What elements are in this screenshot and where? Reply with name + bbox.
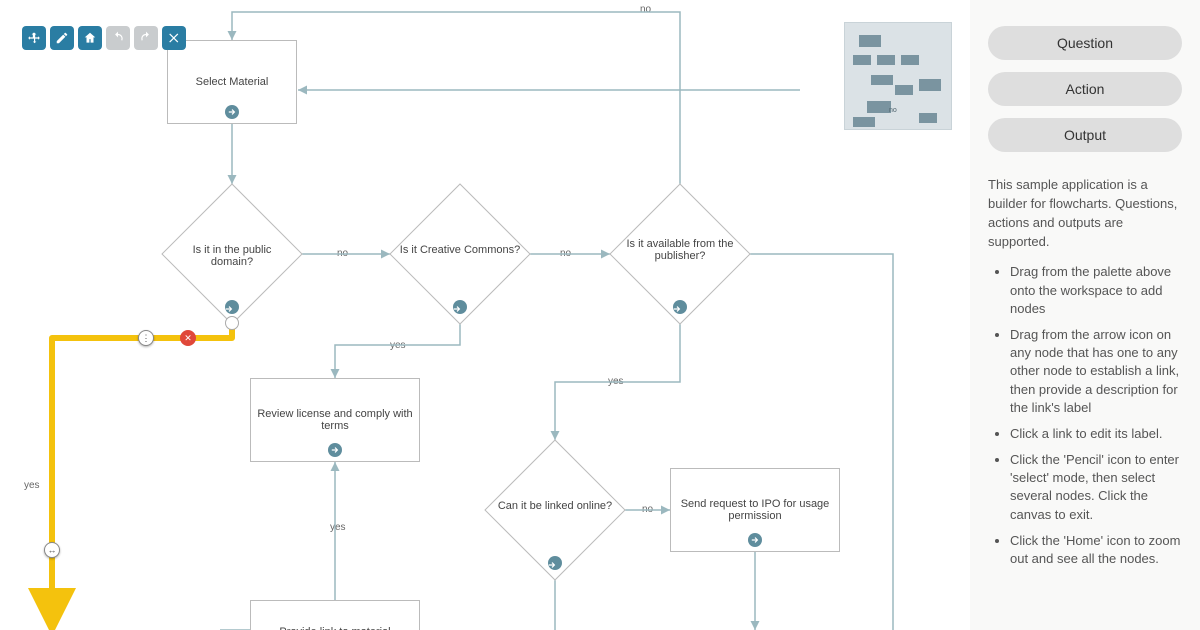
arrow-anchor-icon[interactable] (453, 300, 467, 314)
arrow-anchor-icon[interactable] (225, 105, 239, 119)
toolbar (22, 26, 186, 50)
help-item: Click the 'Pencil' icon to enter 'select… (1010, 451, 1182, 524)
edge-label-yes[interactable]: yes (388, 340, 408, 351)
help-item: Drag from the arrow icon on any node tha… (1010, 326, 1182, 417)
help-intro: This sample application is a builder for… (988, 176, 1182, 251)
minimap-label: no (889, 107, 897, 114)
minimap[interactable]: no (844, 22, 952, 130)
node-linked-online[interactable]: Can it be linked online? (485, 440, 625, 580)
arrow-anchor-icon[interactable] (673, 300, 687, 314)
edge-label-no[interactable]: no (335, 248, 350, 259)
node-creative-commons[interactable]: Is it Creative Commons? (390, 184, 530, 324)
edge-label-no[interactable]: no (640, 504, 655, 515)
node-label: Review license and comply with terms (255, 408, 415, 432)
help-item: Click a link to edit its label. (1010, 425, 1182, 443)
select-tool-button[interactable] (50, 26, 74, 50)
node-label: Can it be linked online? (485, 500, 625, 512)
home-tool-button[interactable] (78, 26, 102, 50)
help-item: Drag from the palette above onto the wor… (1010, 263, 1182, 318)
node-label: Is it in the public domain? (162, 244, 302, 268)
node-review-license[interactable]: Review license and comply with terms (250, 378, 420, 462)
edge-label-yes[interactable]: yes (606, 376, 626, 387)
clear-tool-button[interactable] (162, 26, 186, 50)
palette-action-button[interactable]: Action (988, 72, 1182, 106)
arrow-anchor-icon[interactable] (328, 443, 342, 457)
edge-source-port[interactable] (225, 316, 239, 330)
edge-label-yes[interactable]: yes (328, 522, 348, 533)
redo-tool-button[interactable] (134, 26, 158, 50)
palette-output-button[interactable]: Output (988, 118, 1182, 152)
edge-drag-handle[interactable]: ⋮ (138, 330, 154, 346)
undo-tool-button[interactable] (106, 26, 130, 50)
side-panel: Question Action Output This sample appli… (970, 0, 1200, 630)
node-label: Is it Creative Commons? (390, 244, 530, 256)
edge-label-no[interactable]: no (638, 4, 653, 15)
flowchart-canvas[interactable]: no (0, 0, 970, 630)
edge-label-yes-selected[interactable]: yes (22, 480, 42, 491)
node-label: Is it available from the publisher? (610, 238, 750, 262)
edge-label-no[interactable]: no (558, 248, 573, 259)
arrow-anchor-icon[interactable] (225, 300, 239, 314)
node-public-domain[interactable]: Is it in the public domain? (162, 184, 302, 324)
node-label: Send request to IPO for usage permission (675, 498, 835, 522)
help-list: Drag from the palette above onto the wor… (988, 263, 1182, 568)
arrow-anchor-icon[interactable] (748, 533, 762, 547)
edge-delete-button[interactable]: ✕ (180, 330, 196, 346)
palette-question-button[interactable]: Question (988, 26, 1182, 60)
pan-tool-button[interactable] (22, 26, 46, 50)
edge-drag-handle[interactable]: ↔ (44, 542, 60, 558)
help-item: Click the 'Home' icon to zoom out and se… (1010, 532, 1182, 568)
node-select-material[interactable]: Select Material (167, 40, 297, 124)
node-send-request-ipo[interactable]: Send request to IPO for usage permission (670, 468, 840, 552)
arrow-anchor-icon[interactable] (548, 556, 562, 570)
node-label: Select Material (196, 76, 269, 88)
node-provide-link[interactable]: Provide link to material (250, 600, 420, 630)
node-label: Provide link to material (279, 626, 390, 630)
node-available-publisher[interactable]: Is it available from the publisher? (610, 184, 750, 324)
